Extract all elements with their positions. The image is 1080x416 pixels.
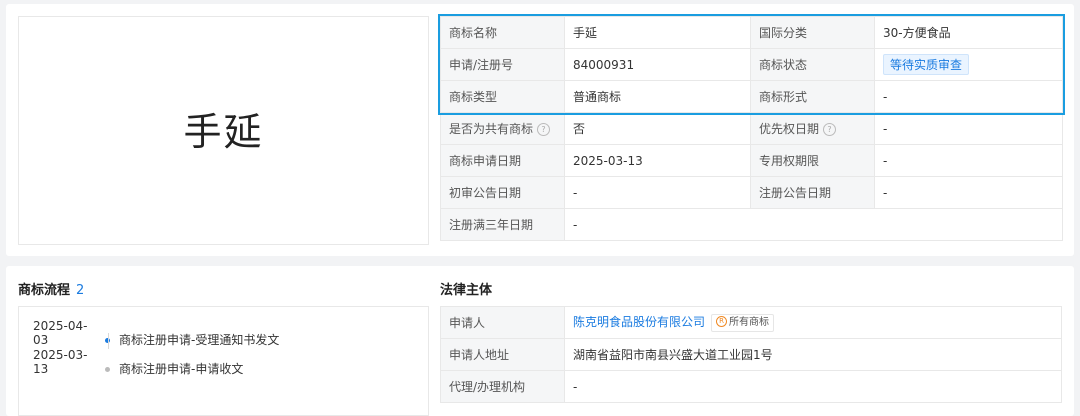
table-row: 商标类型 普通商标 商标形式 - bbox=[440, 80, 1063, 113]
table-row: 申请人地址 湖南省益阳市南县兴盛大道工业园1号 bbox=[440, 338, 1062, 371]
process-title: 商标流程 bbox=[18, 283, 71, 298]
timeline-item: 2025-03-13 商标注册申请-申请收文 bbox=[33, 348, 243, 377]
status-badge: 等待实质审查 bbox=[883, 54, 970, 75]
legal-entity-table: 申请人 陈克明食品股份有限公司 R 所有商标 申请人地址 湖南省益阳市南县兴盛大道工… bbox=[440, 306, 1062, 403]
priority-date-label: 优先权日期 bbox=[759, 122, 820, 136]
trademark-name-label: 商标名称 bbox=[440, 16, 565, 49]
table-row: 商标申请日期 2025-03-13 专用权期限 - bbox=[440, 144, 1063, 177]
shared-mark-label: 是否为共有商标 bbox=[449, 122, 534, 136]
table-row: 申请人 陈克明食品股份有限公司 R 所有商标 bbox=[440, 306, 1062, 339]
registered-icon: R bbox=[716, 316, 728, 328]
address-value: 湖南省益阳市南县兴盛大道工业园1号 bbox=[564, 338, 1062, 371]
timeline-date: 2025-03-13 bbox=[33, 348, 88, 376]
three-year-date-label: 注册满三年日期 bbox=[440, 208, 565, 241]
timeline-text: 商标注册申请-受理通知书发文 bbox=[119, 333, 280, 347]
apply-date-label: 商标申请日期 bbox=[440, 144, 565, 177]
intl-class-label: 国际分类 bbox=[750, 16, 875, 49]
apply-date-value: 2025-03-13 bbox=[564, 144, 751, 177]
help-icon[interactable]: ? bbox=[823, 123, 837, 136]
timeline-item: 2025-04-03 商标注册申请-受理通知书发文 bbox=[33, 319, 279, 348]
table-row: 代理/办理机构 - bbox=[440, 370, 1062, 403]
three-year-date-value: - bbox=[564, 208, 1063, 241]
mark-type-value: 普通商标 bbox=[564, 80, 751, 113]
table-row: 初审公告日期 - 注册公告日期 - bbox=[440, 176, 1063, 209]
trademark-image: 手延 bbox=[18, 16, 429, 245]
shared-mark-label-cell: 是否为共有商标? bbox=[440, 112, 565, 145]
shared-mark-value: 否 bbox=[564, 112, 751, 145]
table-row: 注册满三年日期 - bbox=[440, 208, 1063, 241]
reg-pub-date-value: - bbox=[874, 176, 1063, 209]
table-row: 商标名称 手延 国际分类 30-方便食品 bbox=[440, 16, 1063, 49]
prelim-pub-date-label: 初审公告日期 bbox=[440, 176, 565, 209]
prelim-pub-date-value: - bbox=[564, 176, 751, 209]
exclusive-term-value: - bbox=[874, 144, 1063, 177]
reg-number-value: 84000931 bbox=[564, 48, 751, 81]
intl-class-value: 30-方便食品 bbox=[874, 16, 1063, 49]
applicant-cell: 陈克明食品股份有限公司 R 所有商标 bbox=[564, 306, 1062, 339]
help-icon[interactable]: ? bbox=[537, 123, 551, 136]
agency-value: - bbox=[564, 370, 1062, 403]
timeline-text: 商标注册申请-申请收文 bbox=[119, 362, 244, 376]
timeline-connector bbox=[108, 333, 109, 349]
agency-label: 代理/办理机构 bbox=[440, 370, 565, 403]
all-marks-label: 所有商标 bbox=[729, 316, 770, 328]
exclusive-term-label: 专用权期限 bbox=[750, 144, 875, 177]
mark-type-label: 商标类型 bbox=[440, 80, 565, 113]
process-section-title: 商标流程 2 bbox=[18, 279, 84, 298]
trademark-info-table: 商标名称 手延 国际分类 30-方便食品 申请/注册号 84000931 商标状… bbox=[440, 16, 1063, 241]
mark-form-value: - bbox=[874, 80, 1063, 113]
timeline-dot-icon bbox=[105, 367, 110, 372]
reg-number-label: 申请/注册号 bbox=[440, 48, 565, 81]
trademark-image-text: 手延 bbox=[183, 110, 264, 154]
status-cell: 等待实质审查 bbox=[874, 48, 1063, 81]
table-row: 申请/注册号 84000931 商标状态 等待实质审查 bbox=[440, 48, 1063, 81]
priority-date-value: - bbox=[874, 112, 1063, 145]
process-timeline: 2025-04-03 商标注册申请-受理通知书发文 2025-03-13 商标注册申… bbox=[18, 306, 429, 416]
address-label: 申请人地址 bbox=[440, 338, 565, 371]
applicant-label: 申请人 bbox=[440, 306, 565, 339]
applicant-link[interactable]: 陈克明食品股份有限公司 bbox=[573, 315, 705, 329]
timeline-date: 2025-04-03 bbox=[33, 319, 88, 347]
priority-date-label-cell: 优先权日期? bbox=[750, 112, 875, 145]
trademark-name-value: 手延 bbox=[564, 16, 751, 49]
status-label: 商标状态 bbox=[750, 48, 875, 81]
reg-pub-date-label: 注册公告日期 bbox=[750, 176, 875, 209]
all-marks-button[interactable]: R 所有商标 bbox=[711, 313, 775, 332]
table-row: 是否为共有商标? 否 优先权日期? - bbox=[440, 112, 1063, 145]
mark-form-label: 商标形式 bbox=[750, 80, 875, 113]
legal-section-title: 法律主体 bbox=[440, 283, 493, 298]
process-count[interactable]: 2 bbox=[76, 283, 84, 298]
